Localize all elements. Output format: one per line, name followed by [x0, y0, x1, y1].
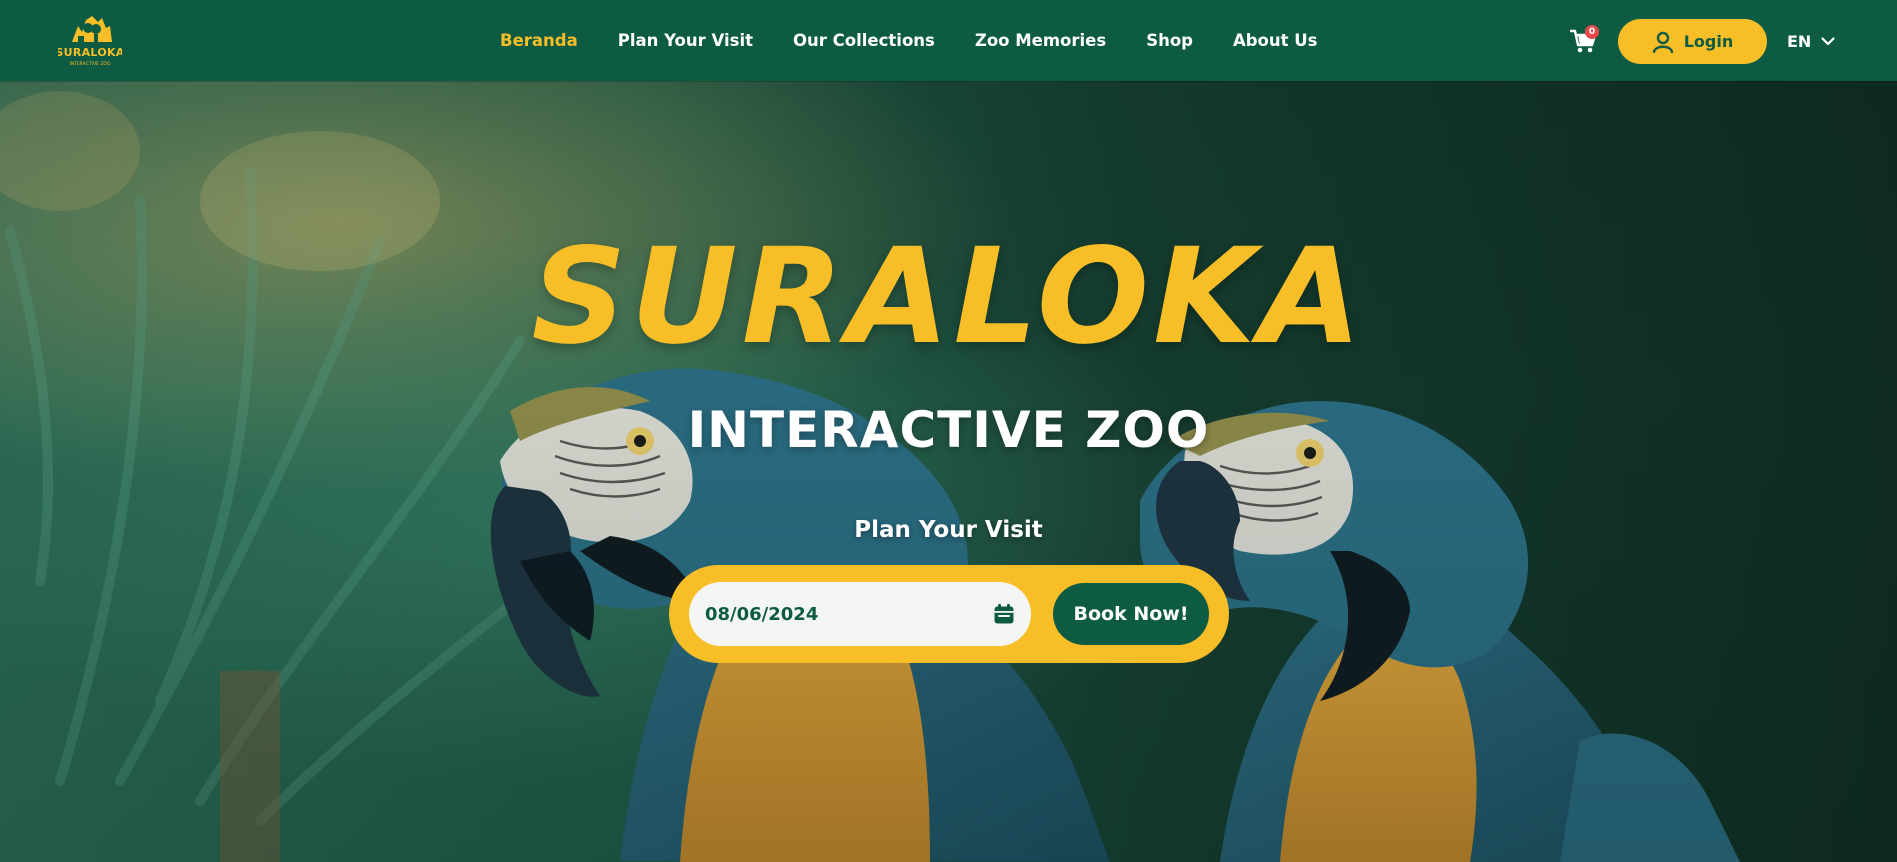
cart-count-badge: 0	[1585, 25, 1599, 39]
visit-date-value: 08/06/2024	[705, 603, 819, 625]
language-label: EN	[1787, 31, 1812, 51]
svg-text:SURALOKA: SURALOKA	[58, 46, 122, 59]
cart-button[interactable]: 0	[1569, 25, 1599, 54]
nav-item-plan-your-visit[interactable]: Plan Your Visit	[618, 31, 753, 50]
nav-item-zoo-memories[interactable]: Zoo Memories	[975, 31, 1106, 50]
hero-section: SURALOKA INTERACTIVE ZOO Plan Your Visit…	[0, 81, 1897, 862]
book-now-button[interactable]: Book Now!	[1053, 583, 1209, 645]
login-label: Login	[1683, 32, 1734, 51]
hero-overlay	[0, 81, 1897, 862]
suraloka-logo[interactable]: SURALOKA INTERACTIVE ZOO	[55, 12, 125, 70]
main-nav: Beranda Plan Your Visit Our Collections …	[500, 0, 1317, 81]
logo-emblem-icon: SURALOKA INTERACTIVE ZOO	[55, 16, 125, 67]
nav-item-beranda[interactable]: Beranda	[500, 31, 578, 50]
hero-subtitle: INTERACTIVE ZOO	[687, 401, 1210, 459]
chevron-down-icon	[1821, 36, 1835, 45]
hero-title: SURALOKA	[531, 220, 1366, 374]
nav-item-shop[interactable]: Shop	[1146, 31, 1193, 50]
svg-text:INTERACTIVE ZOO: INTERACTIVE ZOO	[70, 61, 111, 67]
top-navbar: SURALOKA INTERACTIVE ZOO Beranda Plan Yo…	[0, 0, 1897, 81]
calendar-icon[interactable]	[993, 603, 1015, 625]
visit-date-field[interactable]: 08/06/2024	[689, 582, 1031, 646]
nav-item-about-us[interactable]: About Us	[1233, 31, 1318, 50]
booking-widget: 08/06/2024 Book Now!	[669, 565, 1229, 663]
nav-item-our-collections[interactable]: Our Collections	[793, 31, 935, 50]
plan-visit-label: Plan Your Visit	[854, 517, 1043, 543]
login-button[interactable]: Login	[1618, 19, 1767, 64]
user-icon	[1652, 31, 1673, 53]
language-selector[interactable]: EN	[1787, 28, 1835, 54]
